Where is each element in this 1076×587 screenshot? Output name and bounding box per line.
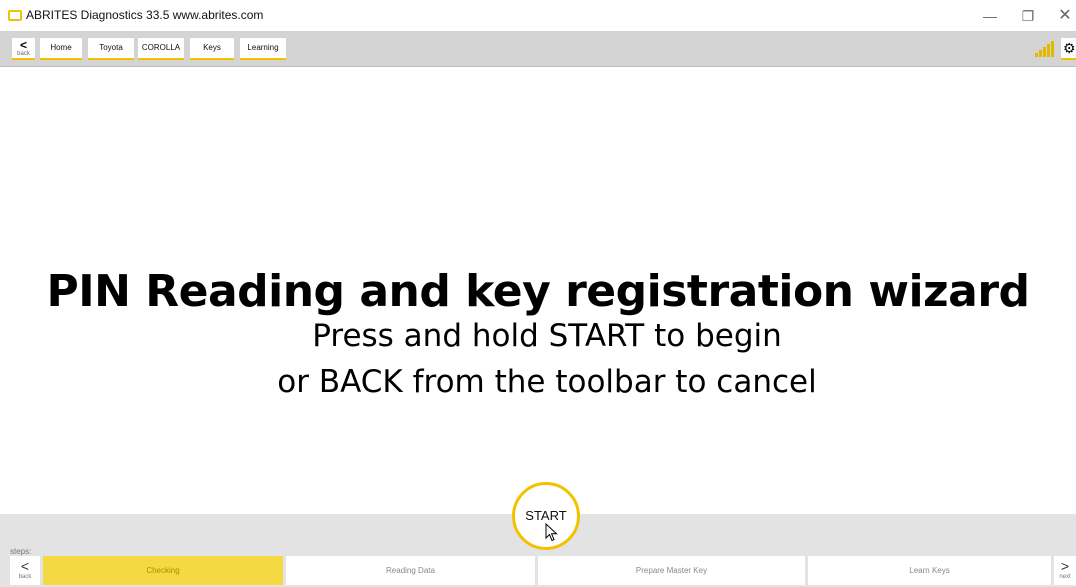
breadcrumb-toyota[interactable]: Toyota [88, 38, 134, 60]
breadcrumb-learning[interactable]: Learning [240, 38, 286, 60]
mouse-cursor-icon [545, 523, 558, 542]
title-bar: ABRITES Diagnostics 33.5 www.abrites.com… [0, 0, 1076, 31]
steps-next-button[interactable]: > next [1054, 556, 1076, 585]
app-title: ABRITES Diagnostics 33.5 www.abrites.com [26, 8, 264, 22]
instruction-line-1: Press and hold START to begin [312, 318, 782, 354]
breadcrumb-corolla[interactable]: COROLLA [138, 38, 184, 60]
step-reading-data[interactable]: Reading Data [286, 556, 535, 585]
wizard-title: PIN Reading and key registration wizard [46, 266, 1030, 317]
steps-back-button[interactable]: < back [10, 556, 40, 585]
steps-back-chevron-icon: < [20, 558, 30, 574]
instruction-line-2: or BACK from the toolbar to cancel [277, 364, 817, 400]
steps-next-chevron-icon: > [1060, 558, 1070, 574]
toolbar: < back Home Toyota COROLLA Keys Learning [0, 31, 1076, 67]
minimize-button[interactable]: — [975, 6, 1005, 26]
wizard-main: PIN Reading and key registration wizard … [0, 67, 1076, 514]
toolbar-back-button[interactable]: < back [12, 38, 35, 60]
steps-back-label: back [18, 574, 32, 580]
breadcrumb-keys[interactable]: Keys [190, 38, 234, 60]
step-prepare-master-key[interactable]: Prepare Master Key [538, 556, 805, 585]
step-checking[interactable]: Checking [43, 556, 283, 585]
gear-icon[interactable]: ⚙ [1061, 38, 1076, 60]
signal-icon[interactable] [1034, 41, 1056, 57]
back-label: back [17, 51, 30, 57]
steps-next-label: next [1059, 574, 1071, 580]
app-logo-icon [8, 10, 22, 21]
close-button[interactable]: ✕ [1050, 6, 1076, 26]
step-learn-keys[interactable]: Learn Keys [808, 556, 1051, 585]
back-chevron-icon: < [19, 38, 27, 52]
breadcrumb-home[interactable]: Home [40, 38, 82, 60]
steps-label: steps: [10, 547, 32, 556]
restore-button[interactable]: ❐ [1013, 6, 1043, 26]
